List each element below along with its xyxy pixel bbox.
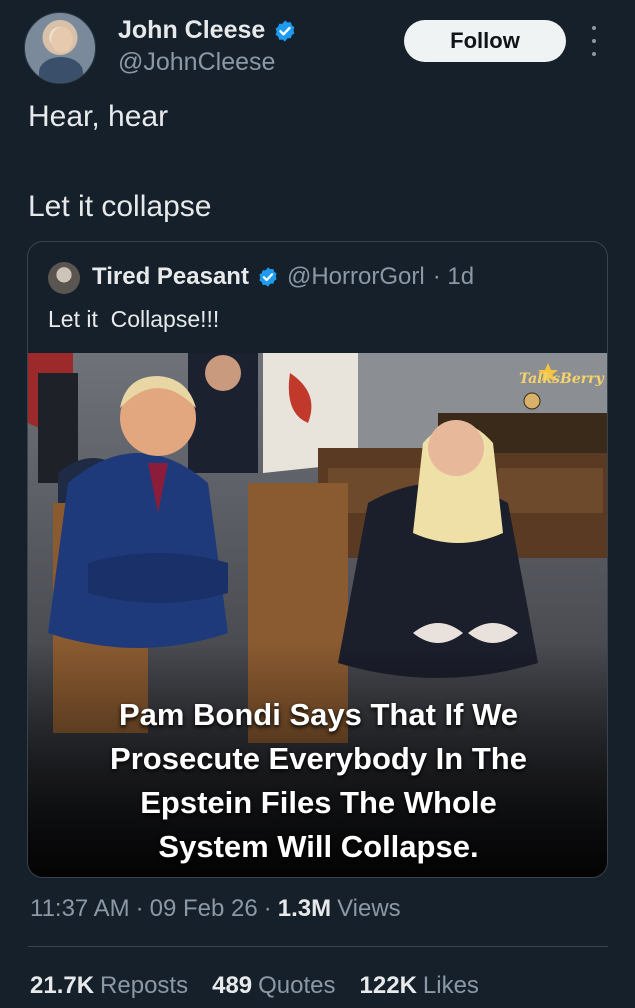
more-dot: [592, 39, 596, 43]
caption-line: System Will Collapse.: [158, 829, 479, 864]
engagement-stats: 21.7K Reposts 489 Quotes 122K Likes: [30, 972, 479, 1000]
avatar-shirt: [39, 57, 83, 83]
views-label: Views: [337, 895, 401, 922]
views-count: 1.3M: [277, 895, 332, 922]
divider: [28, 946, 608, 947]
tweet-text-line: Hear, hear: [28, 100, 169, 133]
verified-badge-icon: [275, 20, 295, 41]
quoted-time: · 1d: [432, 263, 475, 290]
caption-line: Epstein Files The Whole: [140, 785, 497, 820]
likes-stat[interactable]: 122K Likes: [360, 972, 479, 1000]
quotes-count: 489: [212, 972, 253, 999]
tweet-header: John Cleese @JohnCleese Follow: [24, 12, 614, 84]
tweet-date[interactable]: 09 Feb 26: [150, 895, 258, 923]
brand-watermark: TalksBerry: [519, 371, 604, 387]
follow-button[interactable]: Follow: [404, 20, 566, 62]
caption-line: Pam Bondi Says That If We: [118, 697, 519, 732]
reposts-label: Reposts: [100, 972, 189, 999]
more-dot: [592, 26, 596, 30]
caption-line: Prosecute Everybody In The: [110, 741, 527, 776]
quotes-stat[interactable]: 489 Quotes: [212, 972, 335, 1000]
quoted-tweet-text: Let it Collapse!!!: [48, 306, 220, 332]
verified-badge-icon: [259, 267, 277, 287]
quoted-author-avatar[interactable]: [48, 262, 80, 294]
avatar-face: [51, 27, 73, 53]
author-handle[interactable]: @JohnCleese: [118, 48, 275, 77]
more-dot: [592, 52, 596, 56]
author-avatar[interactable]: [24, 12, 96, 84]
meta-separator: ·: [135, 895, 144, 922]
tweet-meta: 11:37 AM · 09 Feb 26 · 1.3M Views: [30, 895, 401, 923]
more-options-icon[interactable]: [587, 26, 601, 56]
quoted-author-row: Tired Peasant @HorrorGorl · 1d: [92, 263, 474, 291]
quoted-author-handle[interactable]: @HorrorGorl: [287, 263, 425, 291]
meta-separator: ·: [263, 895, 272, 922]
tweet-time[interactable]: 11:37 AM: [30, 895, 130, 923]
quoted-tweet[interactable]: Tired Peasant @HorrorGorl · 1d Let it Co…: [27, 241, 608, 878]
quoted-author-name[interactable]: Tired Peasant: [92, 263, 249, 291]
likes-count: 122K: [359, 972, 417, 999]
likes-label: Likes: [422, 972, 479, 999]
author-name[interactable]: John Cleese: [118, 16, 265, 45]
quoted-media-image[interactable]: TalksBerry Pam Bondi Says That If We Pro…: [28, 353, 607, 877]
reposts-count: 21.7K: [30, 972, 95, 999]
image-caption: Pam Bondi Says That If We Prosecute Ever…: [28, 693, 607, 869]
tweet-text-line: Let it collapse: [28, 190, 212, 223]
quotes-label: Quotes: [258, 972, 336, 999]
author-name-row: John Cleese: [118, 16, 297, 45]
reposts-stat[interactable]: 21.7K Reposts: [30, 972, 188, 1000]
